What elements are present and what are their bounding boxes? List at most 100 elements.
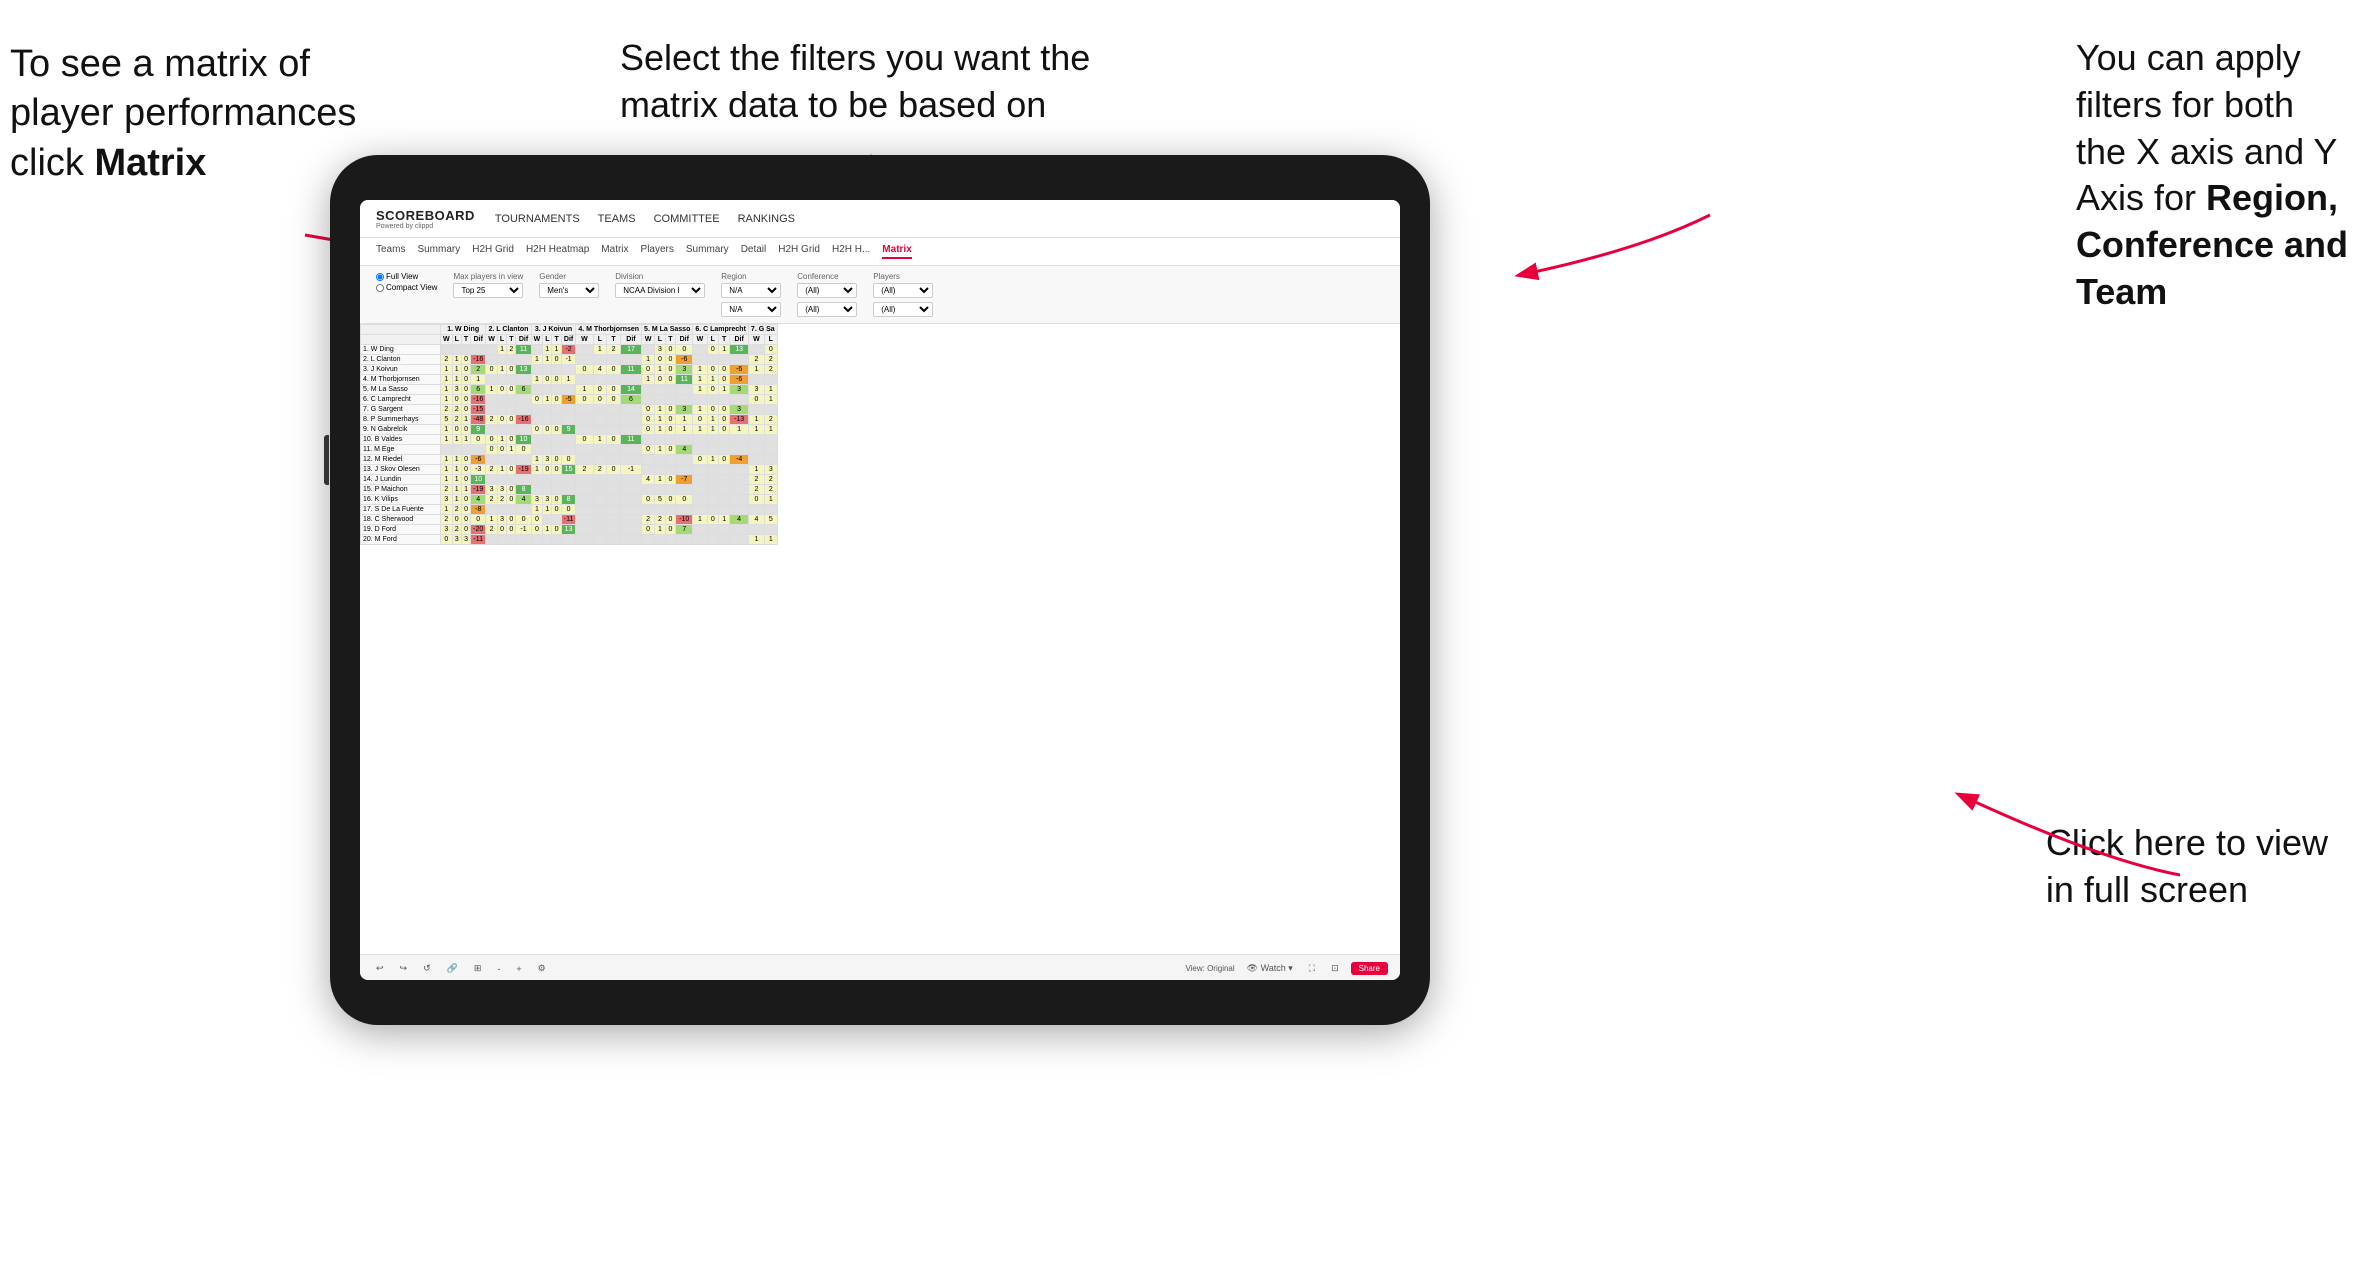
players-select2[interactable]: (All) [873, 302, 933, 317]
watch-btn[interactable]: 👁 Watch ▾ [1243, 961, 1297, 976]
matrix-cell: 1 [543, 395, 552, 405]
matrix-cell [543, 485, 552, 495]
matrix-cell: 0 [461, 515, 470, 525]
conference-select2[interactable]: (All) [797, 302, 857, 317]
matrix-cell [507, 475, 516, 485]
matrix-cell [707, 445, 718, 455]
matrix-cell [486, 475, 498, 485]
matrix-cell [730, 395, 749, 405]
matrix-cell [516, 425, 531, 435]
matrix-cell [707, 355, 718, 365]
matrix-cell: 0 [461, 365, 470, 375]
logo-sub: Powered by clippd [376, 223, 475, 230]
tab-h2h-h[interactable]: H2H H... [832, 244, 870, 259]
tab-h2h-heatmap[interactable]: H2H Heatmap [526, 244, 589, 259]
tab-matrix2[interactable]: Matrix [882, 244, 911, 259]
matrix-cell [665, 455, 676, 465]
matrix-cell: 1 [748, 425, 764, 435]
matrix-cell: 0 [486, 365, 498, 375]
matrix-cell: 0 [552, 465, 561, 475]
gender-select[interactable]: Men's [539, 283, 599, 298]
matrix-cell: 0 [461, 375, 470, 385]
tab-detail[interactable]: Detail [741, 244, 767, 259]
redo-btn[interactable]: ↪ [396, 961, 412, 976]
matrix-cell [693, 345, 707, 355]
nav-rankings[interactable]: RANKINGS [738, 213, 795, 225]
full-view-radio[interactable]: Full View [376, 272, 437, 281]
matrix-cell: 1 [730, 425, 749, 435]
division-select[interactable]: NCAA Division I [615, 283, 705, 298]
players-select[interactable]: (All) [873, 283, 933, 298]
tab-summary2[interactable]: Summary [686, 244, 729, 259]
matrix-cell [730, 465, 749, 475]
tab-teams[interactable]: Teams [376, 244, 405, 259]
tab-summary[interactable]: Summary [417, 244, 460, 259]
matrix-cell: 0 [497, 445, 506, 455]
region-select2[interactable]: N/A [721, 302, 781, 317]
reset-btn[interactable]: ↺ [419, 961, 435, 976]
matrix-cell: 3 [441, 525, 453, 535]
tab-h2h-grid[interactable]: H2H Grid [472, 244, 514, 259]
matrix-cell: 0 [707, 515, 718, 525]
table-row: 17. S De La Fuente120-81100 [361, 505, 778, 515]
tab-matrix[interactable]: Matrix [601, 244, 628, 259]
matrix-cell: 1 [676, 415, 693, 425]
anno-tr-l2: filters for both [2076, 84, 2294, 125]
matrix-cell: 1 [452, 485, 461, 495]
settings-btn[interactable]: ⚙ [534, 961, 550, 976]
matrix-cell: 1 [718, 515, 729, 525]
fullscreen-btn[interactable]: ⛶ [1305, 961, 1319, 976]
matrix-cell [507, 405, 516, 415]
matrix-cell: 0 [552, 495, 561, 505]
matrix-cell [576, 345, 593, 355]
nav-tournaments[interactable]: TOURNAMENTS [495, 213, 580, 225]
matrix-cell: 13 [516, 365, 531, 375]
matrix-cell: -10 [676, 515, 693, 525]
matrix-cell [552, 435, 561, 445]
tab-players[interactable]: Players [641, 244, 674, 259]
matrix-cell: 1 [642, 375, 655, 385]
region-select[interactable]: N/A [721, 283, 781, 298]
matrix-cell [441, 445, 453, 455]
matrix-cell [593, 455, 607, 465]
expand-btn[interactable]: ⊡ [1327, 961, 1343, 976]
matrix-cell: 0 [461, 495, 470, 505]
matrix-cell [531, 345, 543, 355]
matrix-cell [507, 455, 516, 465]
matrix-cell: 2 [486, 525, 498, 535]
matrix-cell: 2 [576, 465, 593, 475]
matrix-cell: 11 [676, 375, 693, 385]
matrix-cell [607, 475, 621, 485]
matrix-cell [441, 345, 453, 355]
grid-btn[interactable]: ⊞ [470, 961, 486, 976]
matrix-area[interactable]: 1. W Ding 2. L Clanton 3. J Koivun 4. M … [360, 324, 1400, 954]
link-btn[interactable]: 🔗 [443, 961, 462, 976]
matrix-cell [620, 515, 641, 525]
matrix-cell [642, 465, 655, 475]
tab-h2h-grid2[interactable]: H2H Grid [778, 244, 820, 259]
row-header-cell: 14. J Lundin [361, 475, 441, 485]
matrix-cell [693, 535, 707, 545]
matrix-cell [543, 385, 552, 395]
zoom-out-btn[interactable]: - [493, 962, 504, 976]
matrix-cell: 1 [441, 385, 453, 395]
matrix-cell: 1 [707, 425, 718, 435]
matrix-cell: 0 [665, 345, 676, 355]
matrix-cell [593, 425, 607, 435]
nav-committee[interactable]: COMMITTEE [654, 213, 720, 225]
col-dif4: Dif [620, 335, 641, 345]
matrix-cell: 3 [452, 385, 461, 395]
compact-view-radio[interactable]: Compact View [376, 283, 437, 292]
matrix-cell: 2 [452, 415, 461, 425]
max-players-select[interactable]: Top 25 [453, 283, 523, 298]
table-row: 12. M Riedel110-61300010-4 [361, 455, 778, 465]
conference-select[interactable]: (All) [797, 283, 857, 298]
nav-teams[interactable]: TEAMS [598, 213, 636, 225]
zoom-in-btn[interactable]: + [512, 962, 525, 976]
row-header-cell: 13. J Skov Olesen [361, 465, 441, 475]
matrix-cell [531, 485, 543, 495]
anno-tc-l2: matrix data to be based on [620, 84, 1046, 125]
matrix-cell: 0 [748, 395, 764, 405]
share-btn[interactable]: Share [1351, 962, 1388, 975]
undo-btn[interactable]: ↩ [372, 961, 388, 976]
